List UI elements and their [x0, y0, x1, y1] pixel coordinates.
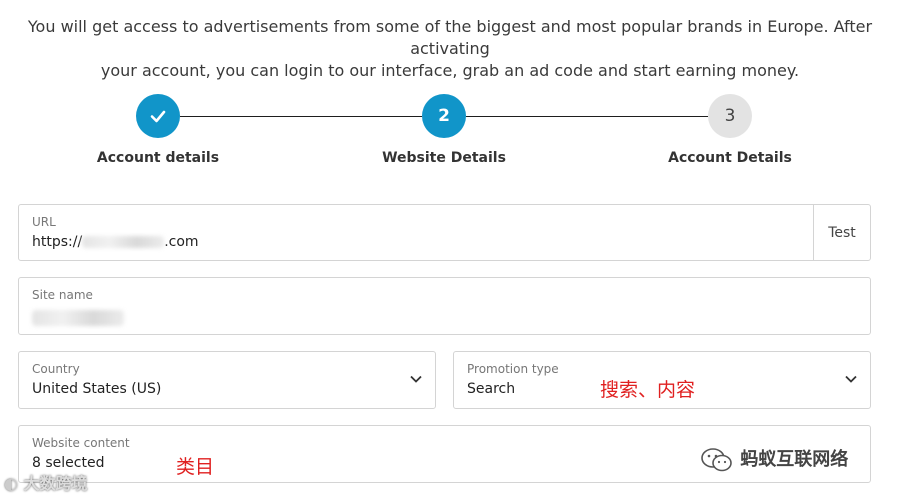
country-select[interactable]: Country United States (US) — [18, 351, 436, 409]
chevron-down-icon — [410, 375, 422, 383]
country-value: United States (US) — [32, 381, 162, 397]
url-redacted — [82, 236, 165, 248]
country-label: Country — [32, 362, 80, 376]
step-connector-2 — [466, 116, 708, 117]
site-name-redacted — [32, 310, 124, 326]
chevron-down-icon — [845, 375, 857, 383]
url-label: URL — [32, 215, 56, 229]
website-content-value: 8 selected — [32, 455, 105, 471]
step-3-label: Account Details — [668, 150, 792, 166]
step-2-circle[interactable]: 2 — [422, 94, 466, 138]
url-prefix: https:// — [32, 234, 83, 250]
intro-line-2: your account, you can login to our inter… — [100, 61, 800, 80]
intro-line-1: You will get access to advertisements fr… — [27, 17, 873, 58]
watermark-left-logo-icon: ◐ — [4, 474, 24, 493]
test-button[interactable]: Test — [813, 205, 870, 260]
step-2-label: Website Details — [382, 150, 506, 166]
step-3-number: 3 — [724, 106, 736, 126]
watermark-right: 蚂蚁互联网络 — [700, 445, 848, 473]
site-name-label: Site name — [32, 288, 93, 302]
website-content-label: Website content — [32, 436, 130, 450]
promotion-type-label: Promotion type — [467, 362, 559, 376]
wechat-icon — [701, 448, 732, 472]
watermark-left: ◐ 大数跨境 — [4, 470, 88, 494]
step-connector-1 — [180, 116, 422, 117]
promotion-annotation: 搜索、内容 — [600, 379, 696, 401]
url-field[interactable]: URL https:// .com Test — [18, 204, 871, 261]
step-2-number: 2 — [438, 106, 450, 126]
site-name-value[interactable] — [32, 310, 124, 326]
site-name-field[interactable]: Site name — [18, 277, 871, 335]
watermark-right-text: 蚂蚁互联网络 — [740, 449, 849, 470]
intro-text: You will get access to advertisements fr… — [0, 16, 900, 82]
url-value[interactable]: https:// .com — [32, 234, 199, 250]
check-icon — [150, 110, 166, 123]
step-1-label: Account details — [96, 150, 220, 166]
watermark-left-text: 大数跨境 — [23, 474, 88, 493]
step-3-circle[interactable]: 3 — [708, 94, 752, 138]
step-1-circle[interactable] — [136, 94, 180, 138]
url-suffix: .com — [164, 234, 199, 250]
promotion-type-value: Search — [467, 381, 516, 397]
content-annotation: 类目 — [176, 456, 215, 478]
